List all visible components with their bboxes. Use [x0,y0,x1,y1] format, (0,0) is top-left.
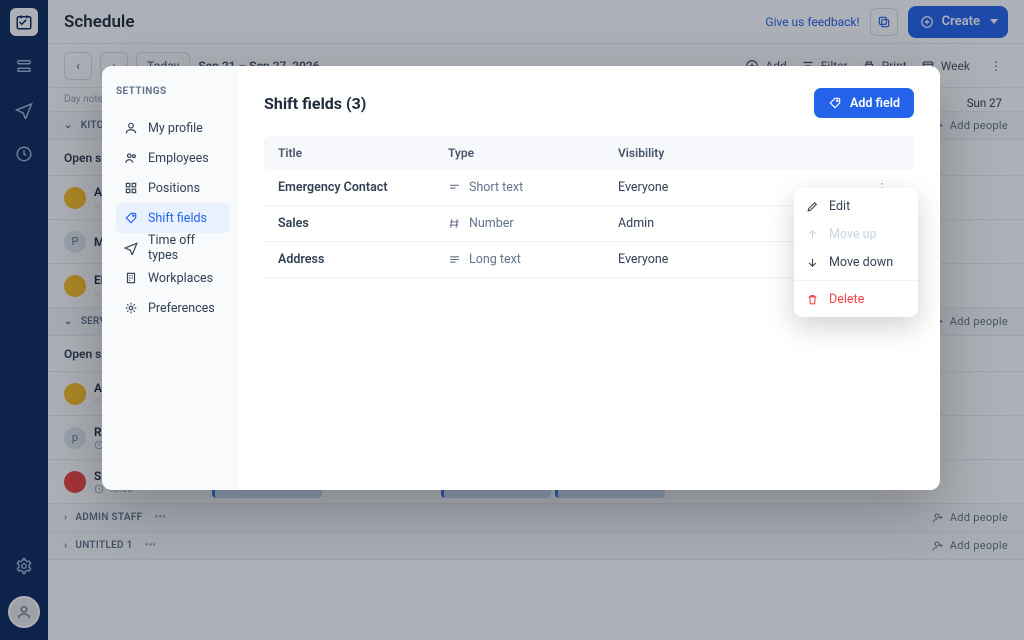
ctx-move-down[interactable]: Move down [794,248,918,276]
col-visibility: Visibility [618,146,864,160]
nav-my-profile[interactable]: My profile [116,113,230,143]
gear-icon [124,301,138,315]
modal-body: Shift fields (3) Add field Title Type Vi… [238,66,940,490]
settings-modal: SETTINGS My profile Employees Positions … [102,66,940,490]
building-icon [124,271,138,285]
modal-title: Shift fields (3) [264,94,366,113]
nav-positions[interactable]: Positions [116,173,230,203]
ctx-edit[interactable]: Edit [794,192,918,220]
tag-icon [124,211,138,225]
plane-icon [124,241,138,255]
ctx-separator [794,280,918,281]
user-icon [124,121,138,135]
fields-header: Title Type Visibility [264,136,914,170]
tag-icon [828,96,842,110]
ctx-delete[interactable]: Delete [794,285,918,313]
nav-workplaces[interactable]: Workplaces [116,263,230,293]
nav-shift-fields[interactable]: Shift fields [116,203,230,233]
settings-heading: SETTINGS [116,86,230,97]
field-title: Sales [278,216,448,231]
arrow-down-icon [806,256,819,269]
nav-label: Employees [148,151,209,166]
users-icon [124,151,138,165]
nav-label: My profile [148,121,203,136]
grid-icon [124,181,138,195]
nav-label: Positions [148,181,200,196]
col-title: Title [278,146,448,160]
ctx-move-up: Move up [794,220,918,248]
trash-icon [806,293,819,306]
arrow-up-icon [806,228,819,241]
settings-nav: SETTINGS My profile Employees Positions … [102,66,238,490]
row-context-menu: Edit Move up Move down Delete [794,188,918,317]
short-text-icon [448,181,461,194]
nav-time-off[interactable]: Time off types [116,233,230,263]
nav-preferences[interactable]: Preferences [116,293,230,323]
nav-label: Preferences [148,301,215,316]
long-text-icon [448,253,461,266]
add-field-label: Add field [850,96,900,111]
number-icon [448,217,461,230]
nav-employees[interactable]: Employees [116,143,230,173]
field-title: Emergency Contact [278,180,448,195]
nav-label: Time off types [148,233,222,263]
field-title: Address [278,252,448,267]
nav-label: Workplaces [148,271,213,286]
nav-label: Shift fields [148,211,207,226]
pencil-icon [806,200,819,213]
col-type: Type [448,146,618,160]
add-field-button[interactable]: Add field [814,88,914,118]
